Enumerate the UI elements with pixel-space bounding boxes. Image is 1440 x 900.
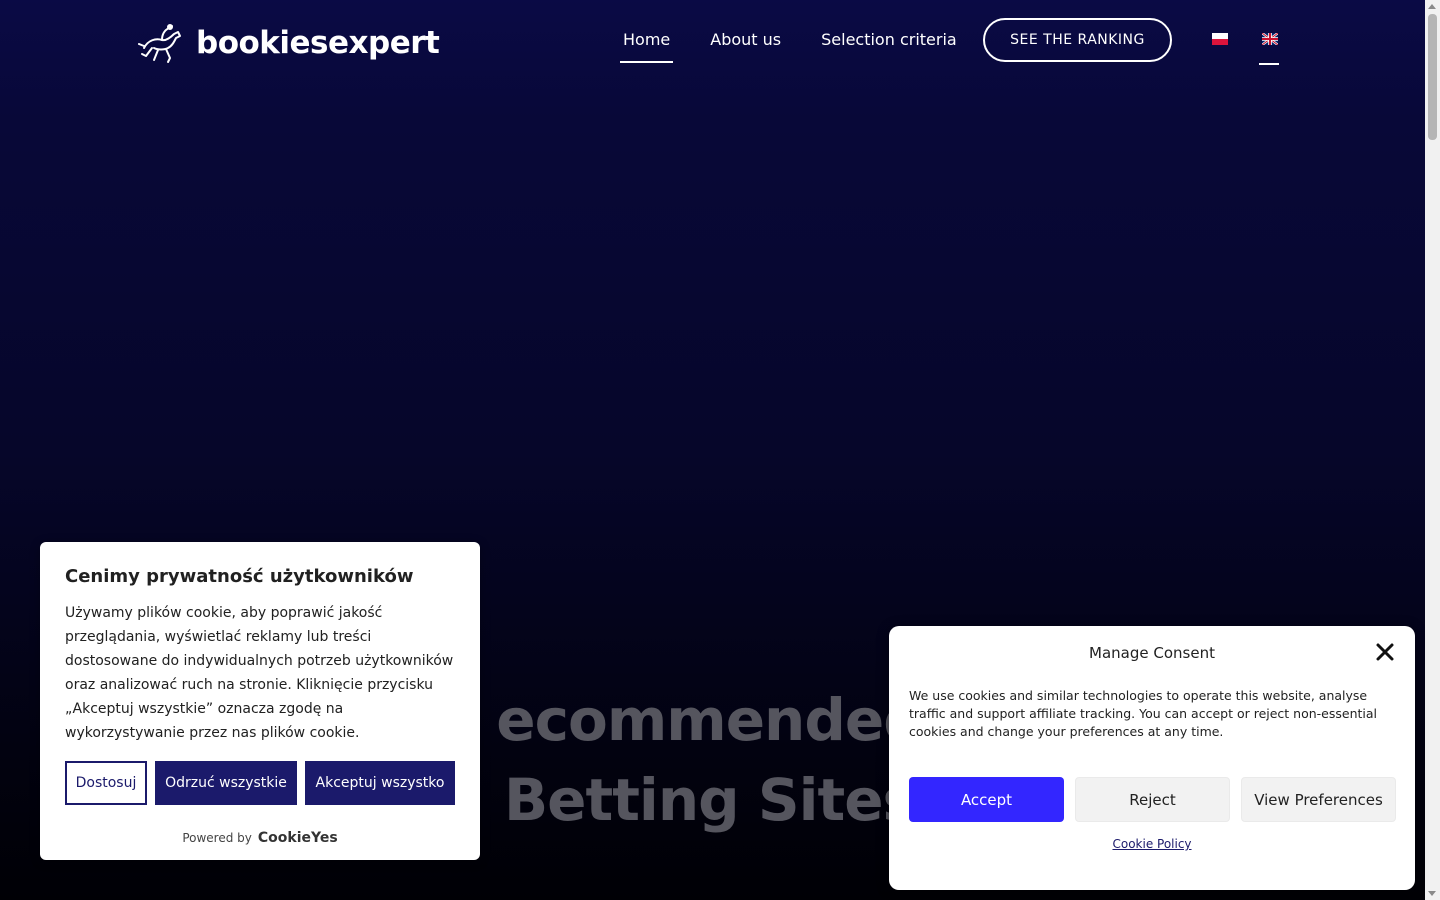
cookie-banner-title: Cenimy prywatność użytkowników: [65, 566, 414, 587]
see-ranking-button[interactable]: SEE THE RANKING: [983, 18, 1172, 62]
view-preferences-button[interactable]: View Preferences: [1241, 777, 1396, 822]
nav-about-us[interactable]: About us: [707, 28, 784, 51]
reject-button[interactable]: Reject: [1075, 777, 1230, 822]
nav-selection-criteria[interactable]: Selection criteria: [818, 28, 960, 51]
powered-by-label: Powered by: [182, 831, 252, 845]
nav-home[interactable]: Home: [620, 28, 674, 63]
manage-consent-modal: Manage Consent We use cookies and simila…: [889, 626, 1415, 890]
logo-text: bookiesexpert: [196, 25, 440, 61]
accept-all-button[interactable]: Akceptuj wszystko: [305, 761, 455, 805]
customize-button[interactable]: Dostosuj: [65, 761, 147, 805]
uk-flag-icon[interactable]: [1262, 33, 1278, 45]
powered-by: Powered by CookieYes: [40, 830, 480, 846]
page-scrollbar[interactable]: [1425, 0, 1440, 900]
modal-actions: Accept Reject View Preferences: [909, 777, 1396, 822]
cookieyes-logo[interactable]: CookieYes: [258, 830, 338, 846]
poland-flag-icon[interactable]: [1212, 33, 1228, 45]
accept-button[interactable]: Accept: [909, 777, 1064, 822]
scroll-thumb[interactable]: [1428, 14, 1437, 140]
scroll-up-arrow-icon[interactable]: [1428, 4, 1436, 9]
cookie-banner: Cenimy prywatność użytkowników Używamy p…: [40, 542, 480, 860]
scroll-down-arrow-icon[interactable]: [1428, 891, 1436, 896]
reject-all-button[interactable]: Odrzuć wszystkie: [155, 761, 297, 805]
active-language-indicator: [1259, 63, 1279, 65]
cookie-policy-link[interactable]: Cookie Policy: [889, 837, 1415, 851]
close-icon[interactable]: [1375, 642, 1395, 662]
site-header: bookiesexpert Home About us Selection cr…: [0, 0, 1425, 90]
modal-text: We use cookies and similar technologies …: [909, 688, 1378, 739]
modal-title: Manage Consent: [1089, 644, 1215, 662]
horse-rider-icon: [138, 24, 181, 63]
cookie-banner-actions: Dostosuj Odrzuć wszystkie Akceptuj wszys…: [65, 761, 455, 805]
main-nav: Home About us Selection criteria: [620, 28, 994, 63]
cookie-banner-text: Używamy plików cookie, aby poprawić jako…: [65, 605, 454, 741]
site-logo[interactable]: bookiesexpert: [138, 22, 440, 64]
